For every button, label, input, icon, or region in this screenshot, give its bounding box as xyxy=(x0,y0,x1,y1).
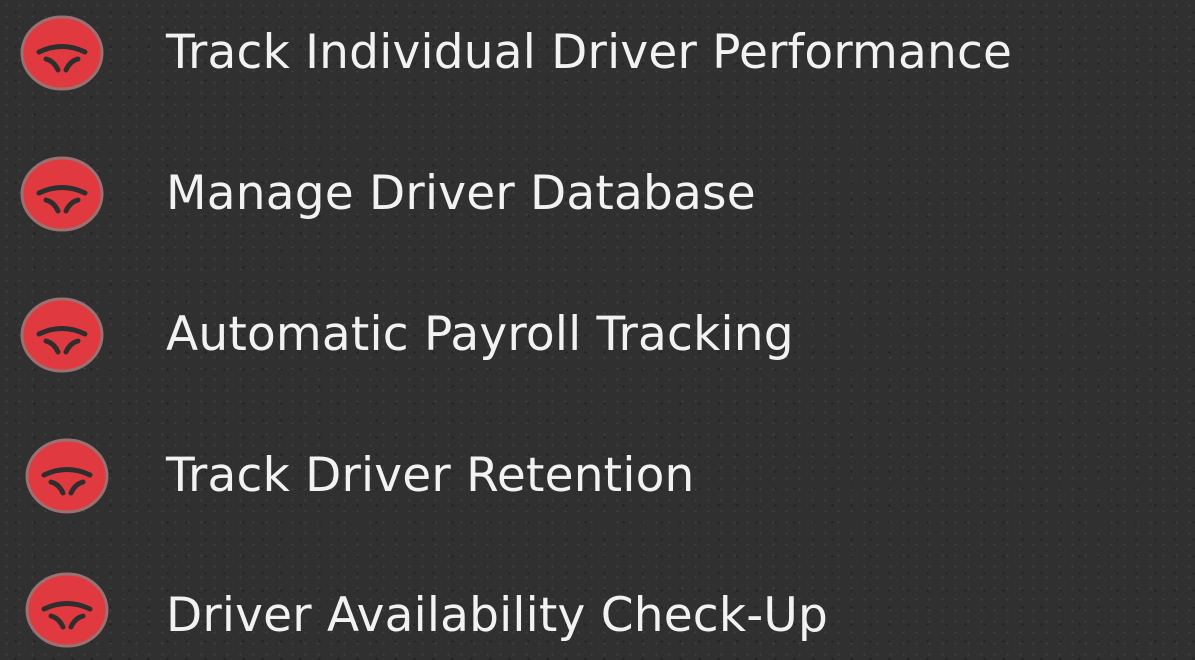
steering-wheel-icon xyxy=(25,572,109,648)
list-item: Track Individual Driver Performance xyxy=(0,3,1195,103)
feature-label: Driver Availability Check-Up xyxy=(166,588,829,643)
list-item: Track Driver Retention xyxy=(0,426,1195,526)
list-item: Manage Driver Database xyxy=(0,144,1195,244)
feature-label: Track Driver Retention xyxy=(166,448,695,503)
steering-wheel-icon xyxy=(20,297,104,373)
steering-wheel-icon xyxy=(20,15,104,91)
list-item: Automatic Payroll Tracking xyxy=(0,285,1195,385)
steering-wheel-icon xyxy=(20,156,104,232)
list-item: Driver Availability Check-Up xyxy=(0,560,1195,660)
feature-slide: Track Individual Driver Performance Mana… xyxy=(0,0,1195,649)
feature-label: Track Individual Driver Performance xyxy=(166,25,1013,80)
feature-label: Automatic Payroll Tracking xyxy=(166,307,794,362)
feature-label: Manage Driver Database xyxy=(166,166,756,221)
steering-wheel-icon xyxy=(25,438,109,514)
